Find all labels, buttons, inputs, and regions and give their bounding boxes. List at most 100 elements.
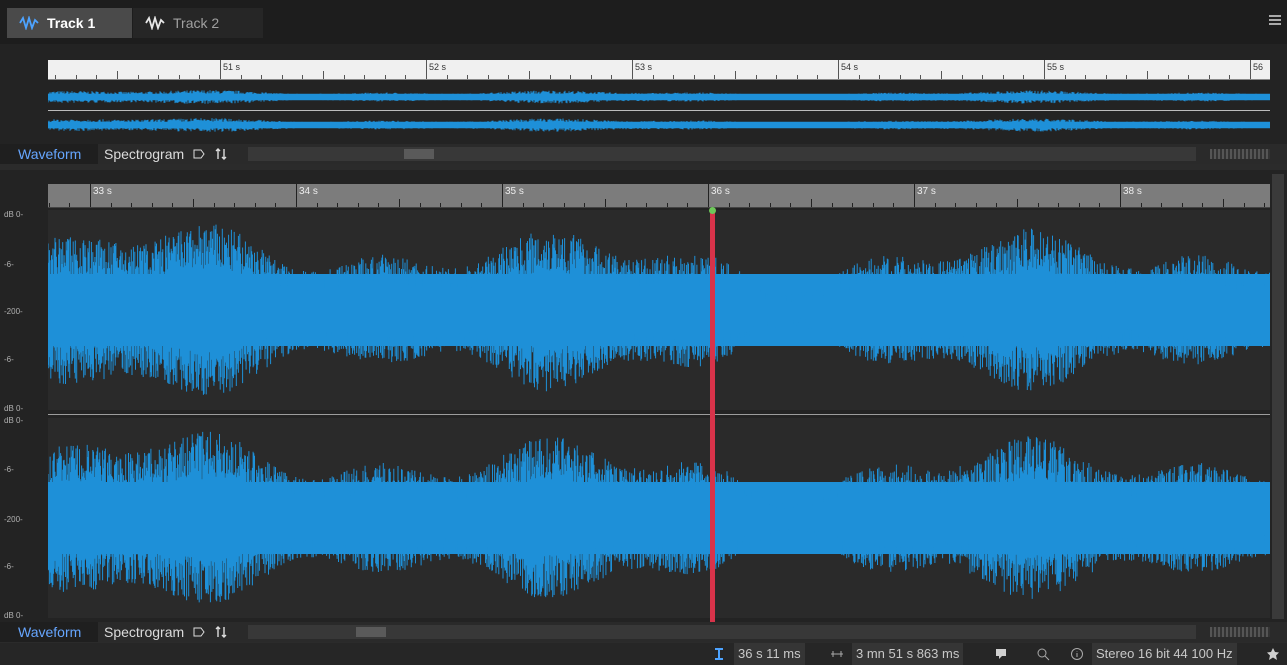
ruler-major-tick [220, 60, 221, 79]
info-icon[interactable] [1070, 647, 1084, 661]
ruler-minor-tick [384, 75, 386, 79]
zoom-icon[interactable] [1036, 647, 1050, 661]
ruler-minor-tick [193, 199, 194, 207]
sync-arrows-icon[interactable] [214, 147, 228, 161]
zoom-level-control[interactable] [1210, 149, 1270, 159]
zoom-level-control[interactable] [1210, 627, 1270, 637]
ruler-minor-tick [481, 203, 483, 207]
spectrogram-view-tab[interactable]: Spectrogram [98, 624, 184, 640]
spectrogram-view-tab[interactable]: Spectrogram [98, 146, 184, 162]
ruler-minor-tick [137, 75, 139, 79]
ruler-minor-tick [1078, 203, 1080, 207]
ruler-minor-tick [337, 203, 339, 207]
ruler-minor-tick [399, 199, 400, 207]
ruler-minor-tick [1140, 203, 1142, 207]
ruler-minor-tick [1243, 203, 1245, 207]
markers-icon[interactable] [994, 647, 1008, 661]
ruler-minor-tick [714, 75, 716, 79]
file-length-readout[interactable]: 3 mn 51 s 863 ms [852, 643, 964, 665]
ruler-minor-tick [467, 75, 469, 79]
ruler-time-label: 53 s [635, 62, 653, 72]
tab-track-2[interactable]: Track 2 [133, 8, 263, 38]
ruler-minor-tick [817, 75, 819, 79]
ruler-time-label: 37 s [917, 186, 936, 197]
overview-waveform-left[interactable] [47, 88, 1270, 106]
ruler-minor-tick [131, 203, 133, 207]
ruler-time-label: 51 s [223, 62, 241, 72]
cursor-position-readout[interactable]: 36 s 11 ms [734, 643, 805, 665]
waveform-view-tab[interactable]: Waveform [0, 144, 98, 164]
ruler-major-tick [90, 184, 91, 207]
db-label: -6- [4, 260, 14, 269]
ruler-minor-tick [75, 75, 77, 79]
ruler-minor-tick [961, 75, 963, 79]
main-horizontal-scrollbar[interactable] [248, 625, 1196, 639]
ruler-minor-tick [728, 203, 730, 207]
ruler-minor-tick [934, 203, 936, 207]
panel-menu-icon[interactable] [1269, 15, 1281, 25]
ruler-minor-tick [172, 203, 174, 207]
ruler-minor-tick [1058, 203, 1060, 207]
ruler-minor-tick [549, 75, 551, 79]
ruler-minor-tick [687, 203, 689, 207]
ruler-minor-tick [563, 203, 565, 207]
db-label: -6- [4, 465, 14, 474]
ruler-minor-tick [364, 75, 366, 79]
ruler-time-label: 55 s [1047, 62, 1065, 72]
audio-format-readout[interactable]: Stereo 16 bit 44 100 Hz [1092, 643, 1237, 665]
sync-arrows-icon[interactable] [214, 625, 228, 639]
ruler-minor-tick [508, 75, 510, 79]
ruler-minor-tick [611, 75, 613, 79]
playback-cursor[interactable] [710, 210, 715, 622]
ruler-minor-tick [920, 75, 922, 79]
waveform-channel-right[interactable] [47, 418, 1270, 618]
ruler-minor-tick [646, 203, 648, 207]
scrollbar-thumb[interactable] [404, 149, 434, 159]
ruler-minor-tick [178, 75, 180, 79]
db-label: dB 0- [4, 416, 24, 425]
ruler-minor-tick [487, 75, 489, 79]
waveform-channel-left[interactable] [47, 210, 1270, 410]
ruler-minor-tick [858, 75, 860, 79]
channel-separator [48, 110, 1270, 111]
ruler-minor-tick [446, 75, 448, 79]
db-label: dB 0- [4, 404, 24, 413]
ruler-minor-tick [1085, 75, 1087, 79]
ruler-minor-tick [1126, 75, 1128, 79]
overview-horizontal-scrollbar[interactable] [248, 147, 1196, 161]
cursor-marker[interactable] [709, 207, 716, 214]
ruler-major-tick [838, 60, 839, 79]
ruler-minor-tick [769, 203, 771, 207]
ruler-time-label: 36 s [711, 186, 730, 197]
tab-track-1[interactable]: Track 1 [7, 8, 132, 38]
waveform-trace [47, 118, 1270, 132]
status-bar: 36 s 11 ms 3 mn 51 s 863 ms Stereo 16 bi… [0, 643, 1287, 665]
ruler-minor-tick [955, 203, 957, 207]
scrollbar-thumb[interactable] [356, 627, 386, 637]
vertical-scrollbar[interactable] [1272, 174, 1284, 619]
db-label: -6- [4, 562, 14, 571]
db-label: dB 0- [4, 611, 24, 620]
ruler-minor-tick [899, 75, 901, 79]
auto-zoom-icon[interactable] [192, 625, 206, 639]
waveform-view-tab[interactable]: Waveform [0, 622, 98, 642]
waveform-icon [19, 16, 39, 30]
ruler-minor-tick [1167, 75, 1169, 79]
star-icon[interactable] [1266, 647, 1280, 661]
tab-label: Track 1 [47, 15, 96, 31]
ruler-minor-tick [543, 203, 545, 207]
ruler-minor-tick [625, 203, 627, 207]
ruler-minor-tick [1229, 75, 1231, 79]
ruler-minor-tick [281, 75, 283, 79]
ruler-time-label: 34 s [299, 186, 318, 197]
ruler-minor-tick [158, 75, 160, 79]
auto-zoom-icon[interactable] [192, 147, 206, 161]
waveform-trace [47, 90, 1270, 104]
ruler-time-label: 52 s [429, 62, 447, 72]
main-time-ruler[interactable]: 33 s 34 s 35 s 36 s 37 s 38 s [48, 184, 1270, 208]
ruler-minor-tick [652, 75, 654, 79]
overview-time-ruler[interactable]: 51 s 52 s 53 s 54 s 55 s 56 [48, 60, 1270, 80]
ruler-minor-tick [749, 203, 751, 207]
ruler-minor-tick [275, 203, 277, 207]
overview-waveform-right[interactable] [47, 116, 1270, 134]
